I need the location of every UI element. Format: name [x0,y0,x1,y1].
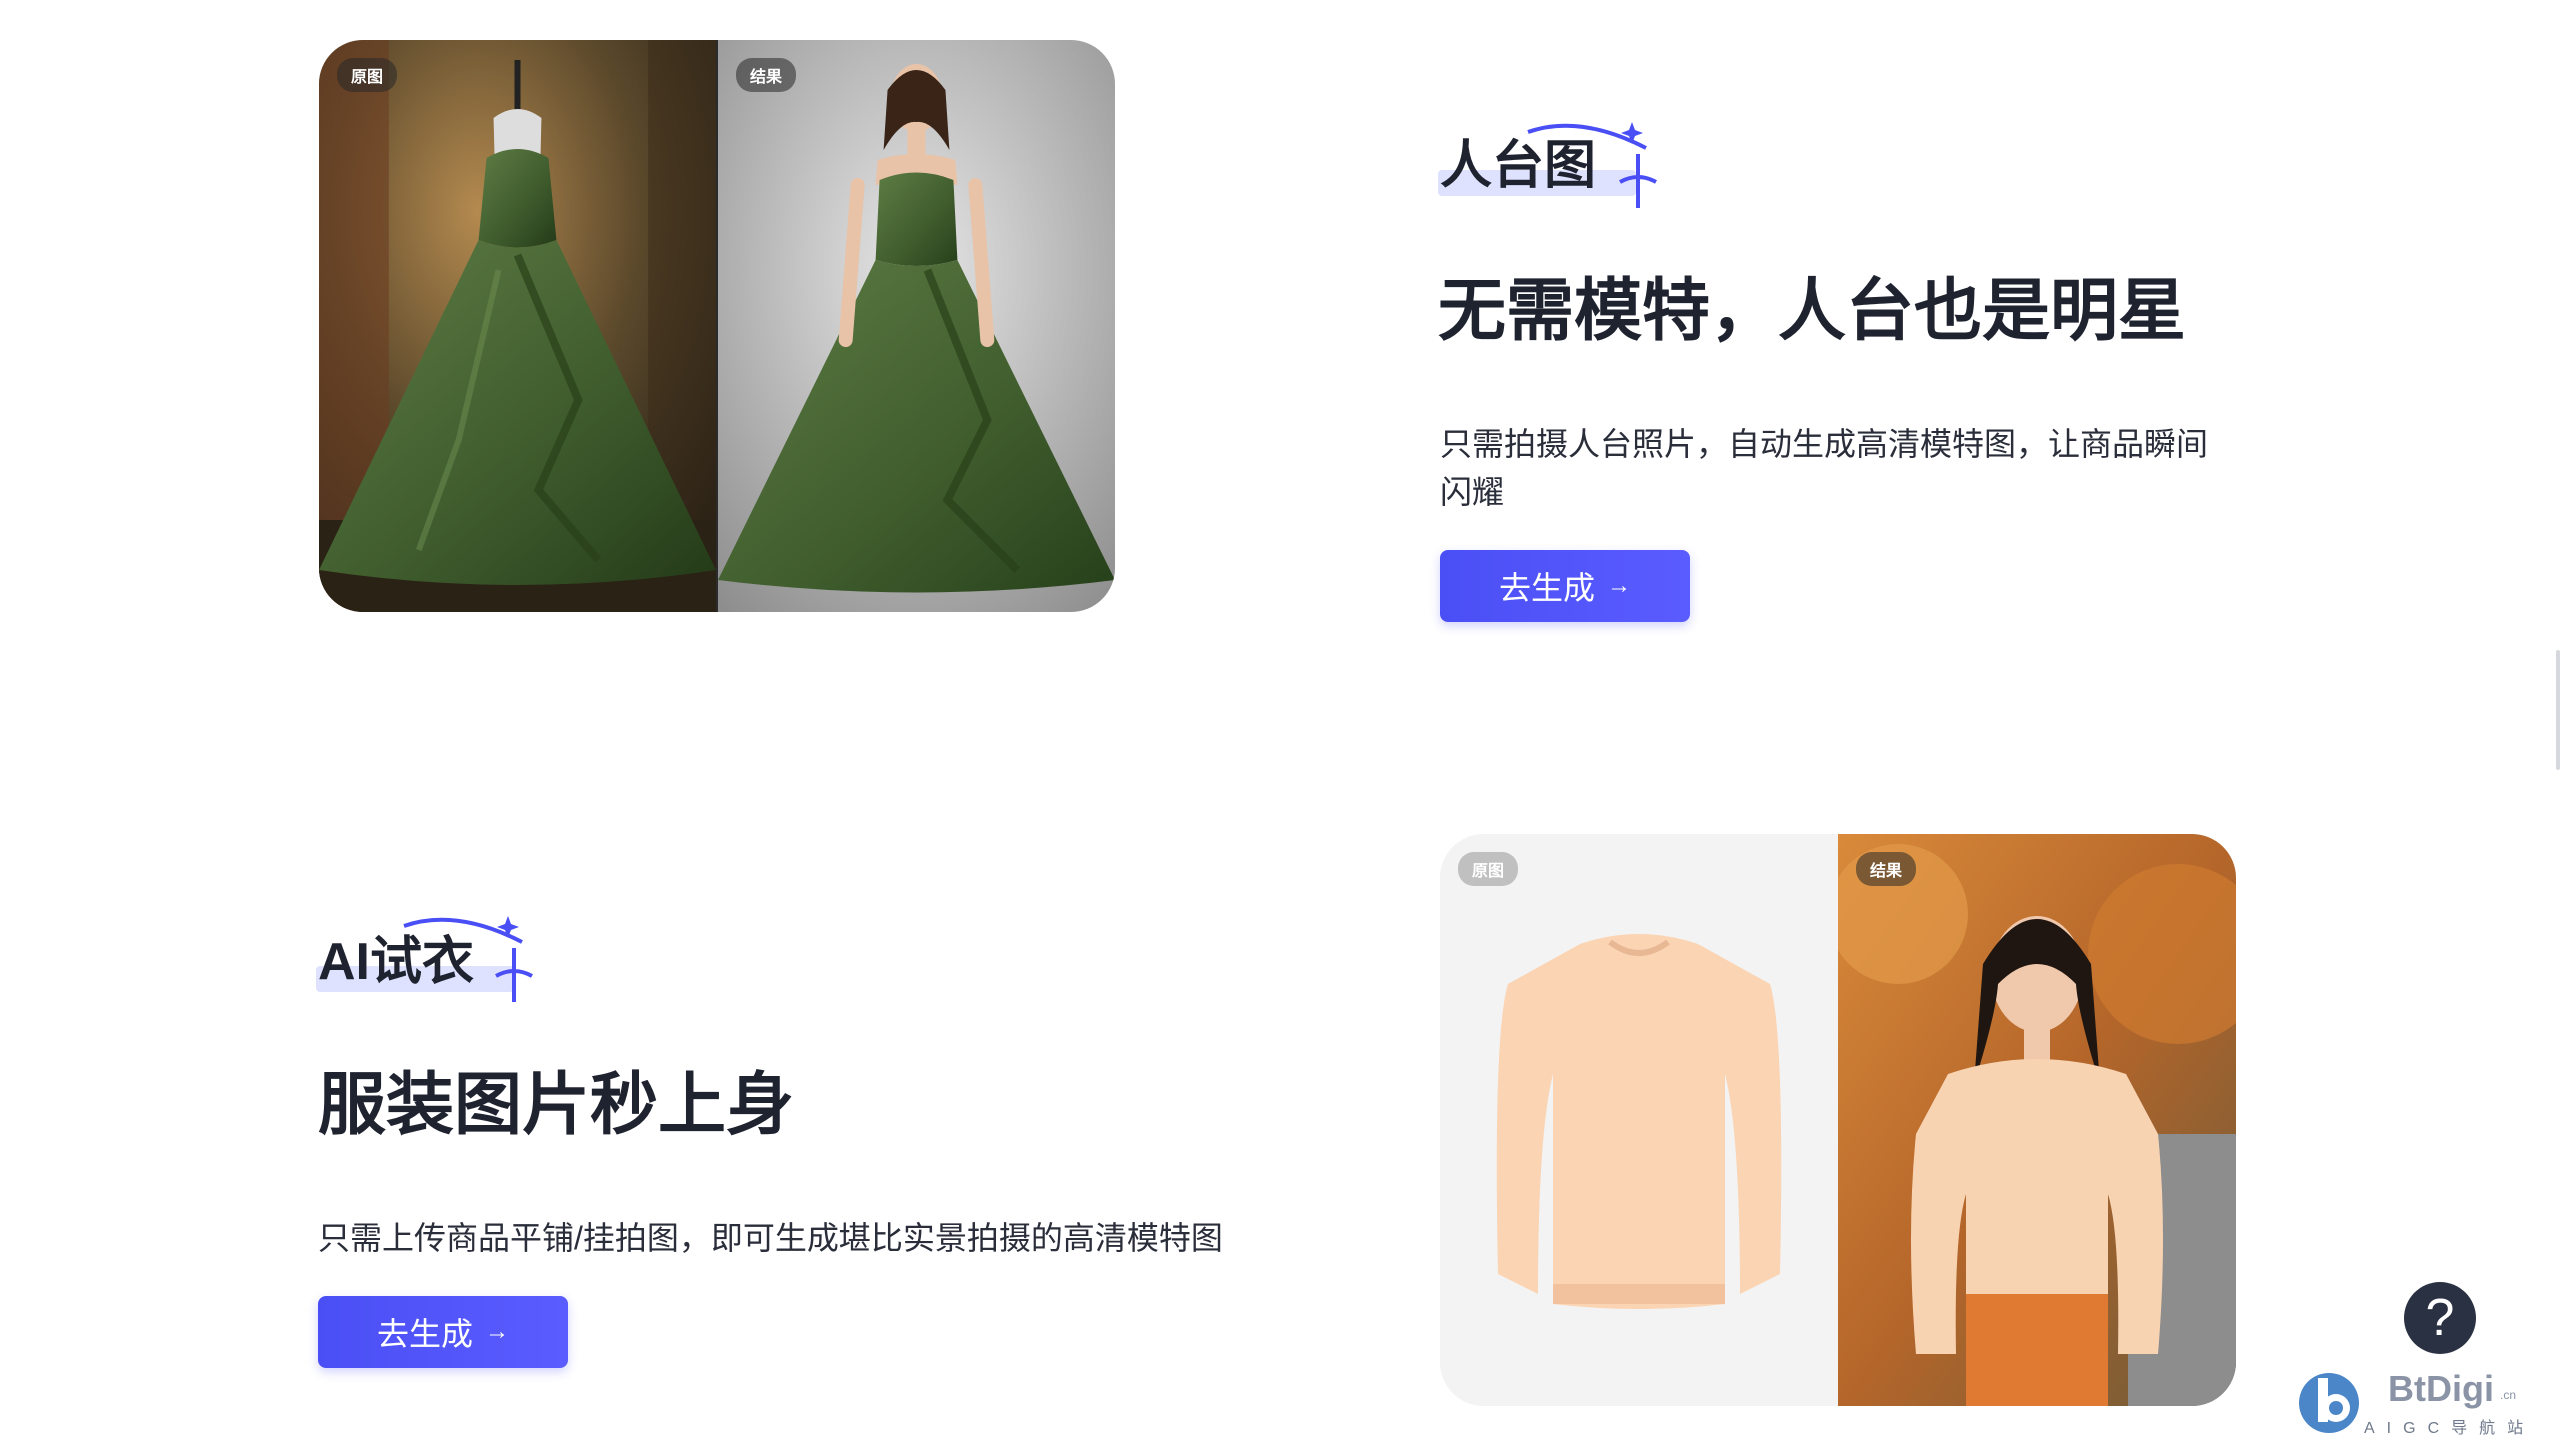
help-button[interactable]: ? [2404,1282,2476,1354]
after-label: 结果 [1856,852,1917,886]
after-label: 结果 [736,58,797,92]
original-image: 原图 [1440,834,1838,1406]
before-label: 原图 [337,58,398,92]
watermark-logo: BtDigi .cn AIGC导航站 [2296,1362,2536,1437]
feature-headline: 服装图片秒上身 [318,1067,795,1143]
arrow-right-icon: → [485,1318,509,1345]
btdigi-logo-icon [2299,1373,2359,1433]
result-image: 结果 [1838,834,2236,1406]
feature-description: 只需拍摄人台照片，自动生成高清模特图，让商品瞬间闪耀 [1440,426,2209,510]
mannequin-comparison-card: 原图 结果 [319,40,1115,612]
scrollbar[interactable] [2556,650,2560,770]
watermark-brand: BtDigi [2388,1368,2494,1409]
generate-button[interactable]: 去生成 → [318,1296,568,1368]
watermark-subtitle: AIGC导航站 [2364,1420,2536,1437]
sparkle-icon [403,916,533,1002]
generate-button[interactable]: 去生成 → [1440,550,1690,622]
feature-description: 只需上传商品平铺/挂拍图，即可生成堪比实景拍摄的高清模特图 [318,1220,1223,1256]
result-image: 结果 [716,40,1115,612]
generate-button-label: 去生成 [1498,570,1595,606]
original-image: 原图 [319,40,716,612]
tryon-comparison-card: 原图 结果 [1440,834,2236,1406]
arrow-right-icon: → [1607,572,1631,599]
feature-headline: 无需模特，人台也是明星 [1438,273,2187,349]
sparkle-icon [1527,122,1657,208]
watermark-domain: .cn [2500,1388,2517,1402]
question-mark-icon: ? [2425,1289,2455,1347]
generate-button-label: 去生成 [376,1316,473,1352]
before-label: 原图 [1458,852,1519,886]
